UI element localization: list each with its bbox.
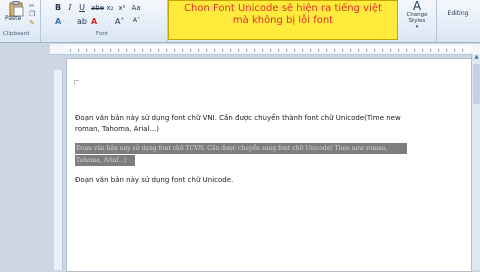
copy-icon[interactable]: ❐	[29, 10, 35, 18]
clipboard-group-label: Clipboard	[3, 31, 30, 37]
format-painter-icon[interactable]: ✎	[29, 19, 35, 27]
selected-text-line-1: Đoạn văn bản này sử dụng font chữ TCVN. …	[76, 145, 388, 152]
selected-paragraph[interactable]: Đoạn văn bản này sử dụng font chữ TCVN. …	[75, 143, 407, 167]
vertical-ruler[interactable]	[54, 70, 63, 270]
paste-button[interactable]: Paste	[4, 1, 28, 29]
change-styles-label: Change Styles	[406, 12, 428, 24]
editing-group: Editing	[436, 0, 480, 42]
cut-icon[interactable]: ✂	[29, 2, 35, 10]
clipboard-group: Paste ✂ ❐ ✎ Clipboard	[0, 0, 41, 42]
underline-button[interactable]: U	[77, 3, 87, 13]
chevron-down-icon: ▾	[415, 24, 419, 30]
callout-text-line-2: mà không bị lỗi font	[232, 15, 334, 26]
change-styles-button[interactable]: A Change Styles ▾	[400, 0, 434, 36]
italic-button[interactable]: I	[65, 3, 75, 13]
text-effects-button[interactable]: A	[55, 17, 61, 26]
paste-label: Paste	[5, 15, 22, 22]
highlight-button[interactable]: ab	[77, 17, 87, 26]
grow-font-button[interactable]: A˄	[115, 17, 124, 26]
change-styles-icon: A	[412, 0, 422, 13]
horizontal-ruler[interactable]	[50, 44, 480, 55]
annotation-callout: Chon Font Unicode sẽ hiện ra tiếng việt …	[168, 0, 398, 40]
ruler-ticks	[70, 49, 470, 52]
font-color-button[interactable]: A	[91, 17, 97, 26]
margin-corner-mark	[74, 80, 79, 85]
selected-text-line-2: Tahoma, Arial...)	[76, 157, 127, 164]
paragraph-vni-line-2[interactable]: roman, Tahoma, Arial...)	[75, 124, 159, 135]
vertical-scrollbar[interactable]: ▲	[471, 54, 480, 270]
superscript-button[interactable]: x²	[117, 3, 127, 13]
styles-group: A Change Styles ▾	[396, 0, 437, 42]
editing-label: Editing	[447, 10, 469, 17]
paragraph-unicode[interactable]: Đoạn văn bản này sử dụng font chữ Unicod…	[75, 175, 233, 186]
paragraph-vni-line-1[interactable]: Đoạn văn bản này sử dụng font chữ VNI. C…	[75, 113, 401, 124]
document-page[interactable]: Đoạn văn bản này sử dụng font chữ VNI. C…	[66, 58, 472, 272]
strikethrough-button[interactable]: abe	[91, 3, 104, 13]
editing-button[interactable]: Editing	[436, 0, 480, 24]
subscript-button[interactable]: x₂	[105, 3, 115, 13]
font-group: B I U abe x₂ x² Aa A ab A A˄ A˅ Font	[41, 0, 168, 42]
change-case-button[interactable]: Aa	[131, 3, 141, 13]
font-group-label: Font	[96, 31, 108, 37]
shrink-font-button[interactable]: A˅	[133, 17, 140, 24]
scroll-up-icon[interactable]: ▲	[472, 54, 480, 62]
callout-text-line-1: Chon Font Unicode sẽ hiện ra tiếng việt	[184, 3, 382, 14]
bold-button[interactable]: B	[53, 3, 63, 13]
scroll-thumb[interactable]	[473, 64, 480, 104]
